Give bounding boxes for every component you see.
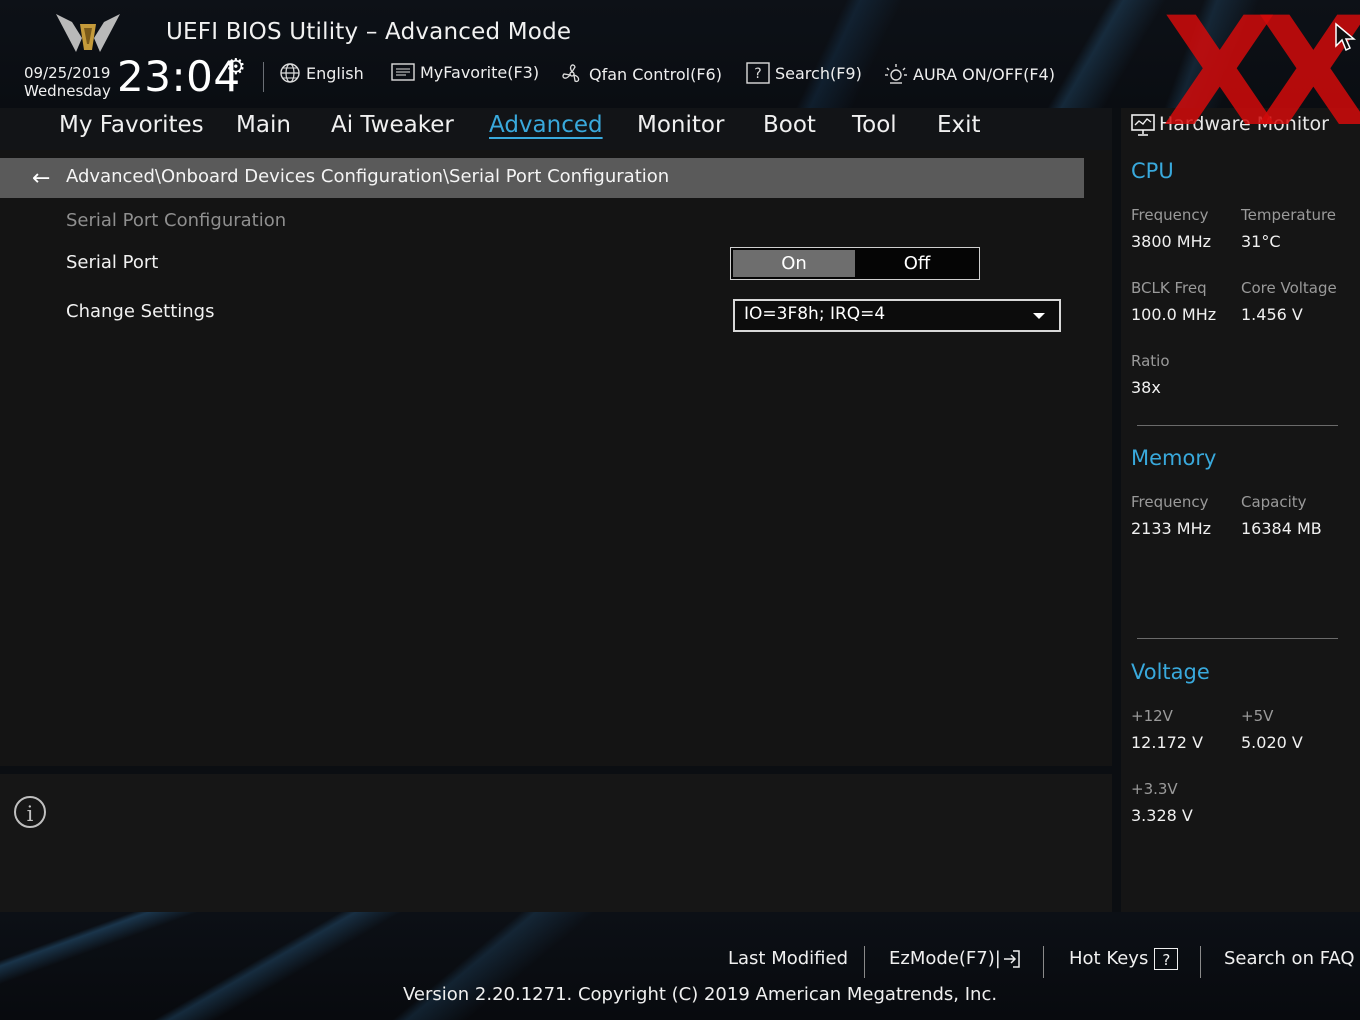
ezmode-label: EzMode(F7)| — [889, 948, 1001, 969]
favorite-list-icon — [391, 63, 415, 81]
aura-label: AURA ON/OFF(F4) — [913, 64, 1055, 84]
last-modified-button[interactable]: Last Modified — [728, 948, 848, 969]
footer-divider — [864, 946, 865, 978]
search-help-icon: ? — [746, 62, 770, 84]
memory-separator — [1137, 638, 1338, 639]
cpu-frequency-label: Frequency — [1131, 206, 1209, 224]
tab-boot[interactable]: Boot — [763, 112, 816, 138]
tab-monitor[interactable]: Monitor — [637, 112, 724, 138]
search-faq-button[interactable]: Search on FAQ — [1224, 948, 1355, 969]
cpu-temperature-value: 31°C — [1241, 232, 1281, 251]
xx-watermark-logo: XX — [1162, 0, 1360, 160]
info-icon: i — [14, 796, 46, 828]
clock-settings-icon[interactable]: ⚙ — [226, 55, 246, 80]
bclk-value: 100.0 MHz — [1131, 305, 1217, 324]
search-label: Search(F9) — [775, 63, 862, 83]
v12-label: +12V — [1131, 707, 1173, 725]
serial-port-label: Serial Port — [66, 252, 159, 273]
header-divider — [263, 62, 264, 92]
v5-label: +5V — [1241, 707, 1274, 725]
qfan-label: Qfan Control(F6) — [589, 64, 722, 84]
monitor-icon — [1131, 114, 1155, 136]
serial-port-toggle[interactable]: On Off — [730, 247, 980, 280]
chevron-down-icon — [1033, 313, 1045, 319]
app-title: UEFI BIOS Utility – Advanced Mode — [166, 19, 572, 45]
v5-value: 5.020 V — [1241, 733, 1303, 752]
hot-keys-label: Hot Keys — [1069, 948, 1149, 969]
memory-frequency-value: 2133 MHz — [1131, 519, 1212, 538]
tab-advanced[interactable]: Advanced — [489, 112, 603, 138]
main-content — [0, 150, 1112, 766]
memory-capacity-value: 16384 MB — [1241, 519, 1322, 538]
section-title: Serial Port Configuration — [66, 210, 287, 231]
cpu-frequency-value: 3800 MHz — [1131, 232, 1212, 251]
back-arrow-icon[interactable]: ← — [32, 166, 50, 191]
aura-light-icon — [885, 64, 907, 84]
tab-ai-tweaker[interactable]: Ai Tweaker — [331, 112, 454, 138]
date-label: 09/25/2019 — [24, 64, 111, 82]
change-settings-value: IO=3F8h; IRQ=4 — [744, 304, 886, 324]
memory-heading: Memory — [1131, 446, 1217, 470]
serial-port-off-option[interactable]: Off — [855, 248, 979, 279]
search-button[interactable]: ? Search(F9) — [746, 62, 862, 84]
memory-capacity-label: Capacity — [1241, 493, 1307, 511]
language-label: English — [306, 63, 364, 83]
change-settings-select[interactable]: IO=3F8h; IRQ=4 — [733, 299, 1061, 332]
weekday-label: Wednesday — [24, 82, 111, 100]
change-settings-label: Change Settings — [66, 301, 215, 322]
cpu-heading: CPU — [1131, 159, 1174, 183]
cpu-separator — [1137, 425, 1338, 426]
v33-value: 3.328 V — [1131, 806, 1193, 825]
footer-divider — [1200, 946, 1201, 978]
core-voltage-label: Core Voltage — [1241, 279, 1337, 297]
ratio-label: Ratio — [1131, 352, 1170, 370]
tab-tool[interactable]: Tool — [852, 112, 897, 138]
aura-toggle-button[interactable]: AURA ON/OFF(F4) — [884, 62, 1055, 86]
memory-frequency-label: Frequency — [1131, 493, 1209, 511]
qfan-control-button[interactable]: Qfan Control(F6) — [560, 62, 722, 86]
bclk-label: BCLK Freq — [1131, 279, 1207, 297]
myfavorite-button[interactable]: MyFavorite(F3) — [391, 62, 539, 82]
tab-exit[interactable]: Exit — [937, 112, 981, 138]
tab-my-favorites[interactable]: My Favorites — [59, 112, 204, 138]
ratio-value: 38x — [1131, 378, 1161, 397]
tab-main[interactable]: Main — [236, 112, 291, 138]
core-voltage-value: 1.456 V — [1241, 305, 1303, 324]
ezmode-button[interactable]: EzMode(F7)| — [889, 948, 1021, 969]
exit-arrow-icon — [1003, 950, 1020, 968]
help-info-area — [0, 774, 1112, 912]
v12-value: 12.172 V — [1131, 733, 1204, 752]
voltage-heading: Voltage — [1131, 660, 1210, 684]
svg-text:?: ? — [754, 66, 761, 82]
version-text: Version 2.20.1271. Copyright (C) 2019 Am… — [403, 984, 998, 1005]
serial-port-on-option[interactable]: On — [733, 250, 855, 277]
cpu-temperature-label: Temperature — [1241, 206, 1337, 224]
tuf-logo — [56, 14, 120, 52]
language-button[interactable]: English — [279, 62, 364, 84]
v33-label: +3.3V — [1131, 780, 1178, 798]
hot-keys-button[interactable]: Hot Keys? — [1069, 948, 1179, 970]
help-icon: ? — [1154, 948, 1179, 970]
mouse-cursor-icon — [1335, 22, 1356, 52]
clock: 23:04 — [117, 52, 241, 101]
footer-divider — [1043, 946, 1044, 978]
fan-icon — [562, 64, 580, 83]
globe-icon — [280, 63, 300, 83]
myfavorite-label: MyFavorite(F3) — [420, 62, 540, 82]
breadcrumb: Advanced\Onboard Devices Configuration\S… — [66, 166, 670, 187]
